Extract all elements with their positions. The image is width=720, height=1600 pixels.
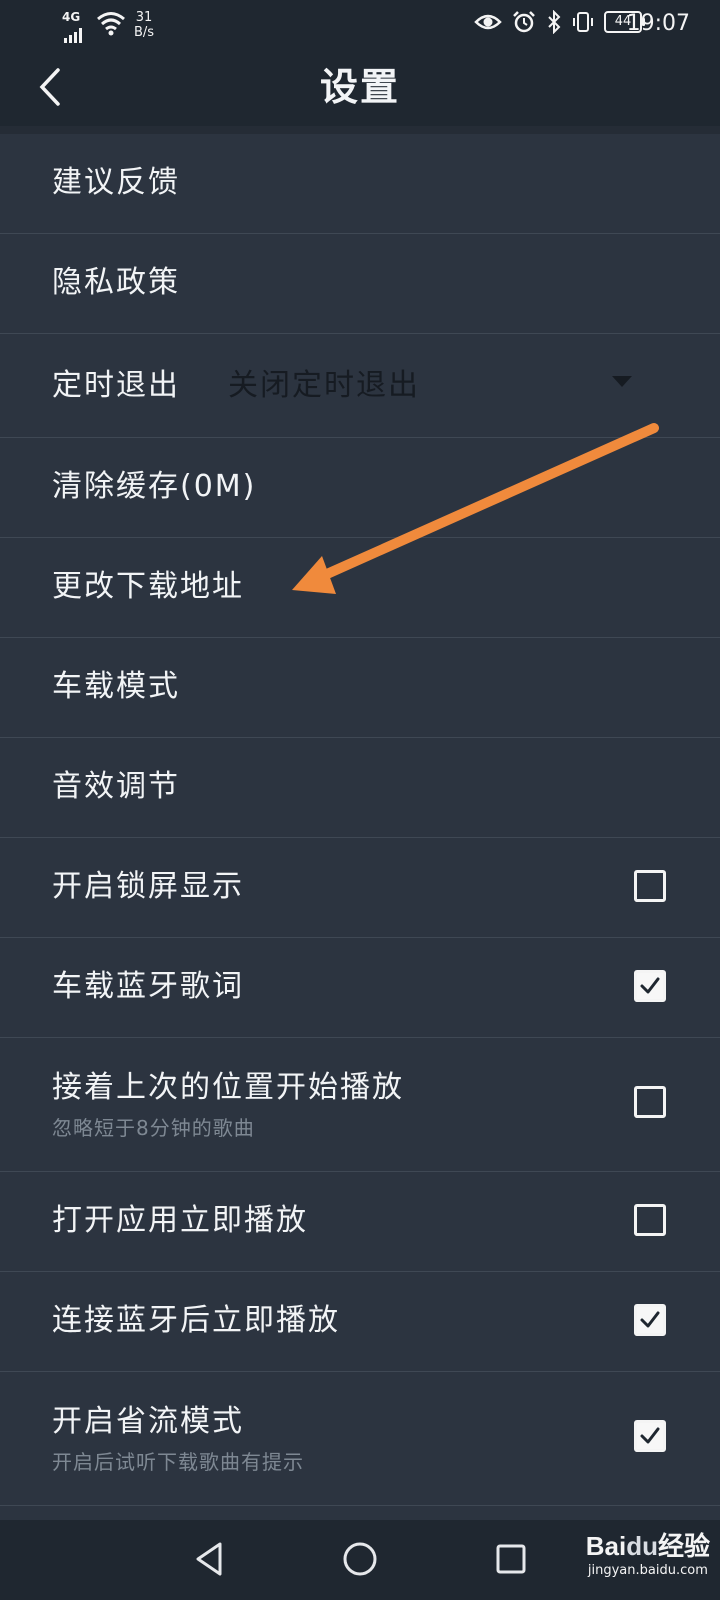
- autoplay-on-open-checkbox[interactable]: [634, 1204, 666, 1236]
- status-bar: 4G 31 B/s 44 19:07: [0, 0, 720, 50]
- settings-list: 建议反馈 隐私政策 定时退出 关闭定时退出 清除缓存(0M) 更改下载地址 车载…: [0, 134, 720, 1506]
- network-speed: 31 B/s: [134, 10, 154, 40]
- nav-back-button[interactable]: [184, 1534, 234, 1584]
- setting-data-saver: 开启省流模式 开启后试听下载歌曲有提示: [0, 1372, 720, 1506]
- setting-lockscreen-display: 开启锁屏显示: [0, 838, 720, 938]
- checkmark-icon: [640, 977, 660, 994]
- wifi-icon: [97, 12, 125, 36]
- timer-dropdown-value: 关闭定时退出: [228, 368, 420, 403]
- setting-clear-cache[interactable]: 清除缓存(0M): [0, 438, 720, 538]
- triangle-back-icon: [196, 1542, 222, 1576]
- setting-description: 开启后试听下载歌曲有提示: [52, 1450, 304, 1474]
- baidu-logo-text: Bai: [585, 1531, 627, 1561]
- square-recents-icon: [496, 1544, 526, 1574]
- setting-privacy[interactable]: 隐私政策: [0, 234, 720, 334]
- bluetooth-icon: [548, 10, 561, 34]
- setting-label: 车载模式: [52, 669, 180, 704]
- data-saver-checkbox[interactable]: [634, 1420, 666, 1452]
- setting-description: 忽略短于8分钟的歌曲: [52, 1116, 255, 1140]
- setting-label: 连接蓝牙后立即播放: [52, 1303, 340, 1338]
- setting-label: 定时退出: [52, 368, 180, 403]
- setting-timer-exit: 定时退出 关闭定时退出: [0, 334, 720, 438]
- setting-label: 接着上次的位置开始播放: [52, 1070, 404, 1105]
- setting-resume-playback: 接着上次的位置开始播放 忽略短于8分钟的歌曲: [0, 1038, 720, 1172]
- nav-home-button[interactable]: [335, 1534, 385, 1584]
- setting-label: 清除缓存(0M): [52, 469, 257, 504]
- speed-value: 31: [135, 10, 153, 25]
- setting-label: 更改下载地址: [52, 569, 244, 604]
- status-right: 44: [474, 10, 645, 34]
- nav-recents-button[interactable]: [486, 1534, 536, 1584]
- setting-autoplay-on-open: 打开应用立即播放: [0, 1172, 720, 1272]
- setting-feedback[interactable]: 建议反馈: [0, 134, 720, 234]
- vibrate-icon: [573, 12, 593, 32]
- checkmark-icon: [640, 1427, 660, 1444]
- checkmark-icon: [640, 1311, 660, 1328]
- eye-icon: [474, 14, 502, 30]
- resume-playback-checkbox[interactable]: [634, 1086, 666, 1118]
- setting-car-bluetooth-lyrics: 车载蓝牙歌词: [0, 938, 720, 1038]
- setting-label: 开启锁屏显示: [52, 869, 244, 904]
- setting-change-download-path[interactable]: 更改下载地址: [0, 538, 720, 638]
- circle-home-icon: [343, 1542, 377, 1576]
- app-bar: 设置: [0, 50, 720, 126]
- alarm-icon: [513, 11, 535, 33]
- status-left: 4G 31 B/s: [62, 10, 154, 48]
- caret-down-icon: [612, 376, 632, 387]
- baidu-logo-du: du: [626, 1531, 658, 1561]
- watermark-url: jingyan.baidu.com: [587, 1563, 708, 1578]
- setting-label: 车载蓝牙歌词: [52, 969, 244, 1004]
- setting-label: 开启省流模式: [52, 1404, 244, 1439]
- network-type: 4G: [62, 10, 81, 24]
- setting-label: 隐私政策: [52, 265, 180, 300]
- baidu-logo-cn: 经验: [657, 1531, 710, 1561]
- signal-indicator: 4G: [62, 10, 88, 48]
- clock: 19:07: [626, 11, 690, 36]
- baidu-watermark: Baidu经验 jingyan.baidu.com: [586, 1526, 710, 1578]
- setting-label: 打开应用立即播放: [52, 1203, 308, 1238]
- setting-label: 建议反馈: [52, 165, 180, 200]
- setting-sound-effect[interactable]: 音效调节: [0, 738, 720, 838]
- setting-label: 音效调节: [52, 769, 180, 804]
- header-divider: [0, 126, 720, 134]
- speed-unit: B/s: [134, 25, 155, 40]
- setting-car-mode[interactable]: 车载模式: [0, 638, 720, 738]
- baidu-logo: Baidu经验: [586, 1526, 710, 1563]
- page-title: 设置: [319, 65, 400, 109]
- lockscreen-checkbox[interactable]: [634, 870, 666, 902]
- car-bluetooth-lyrics-checkbox[interactable]: [634, 970, 666, 1002]
- setting-autoplay-on-bluetooth: 连接蓝牙后立即播放: [0, 1272, 720, 1372]
- autoplay-on-bluetooth-checkbox[interactable]: [634, 1304, 666, 1336]
- signal-icon: [64, 28, 82, 43]
